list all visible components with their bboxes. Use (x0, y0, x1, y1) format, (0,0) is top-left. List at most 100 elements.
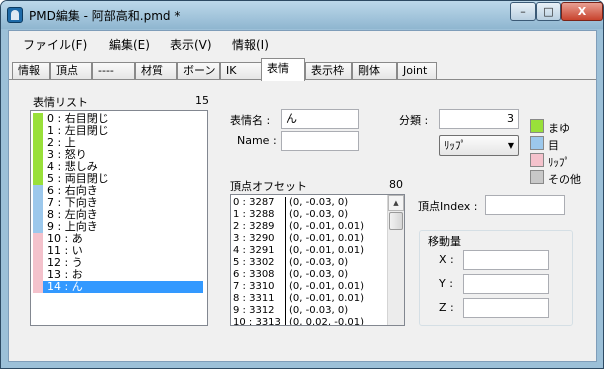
tab-rigid-body[interactable]: 剛体 (352, 62, 397, 80)
vertex-offset-row[interactable]: 9 : 3312 (0, -0.03, 0) (233, 305, 393, 317)
vertex-offset-value: (0, -0.01, 0.01) (289, 233, 365, 244)
morph-tab-panel: 表情リスト 15 0 : 右目閉じ 1 : 左目閉じ 2 : 上3 : 怒り 4 : … (9, 79, 596, 361)
movement-x-input[interactable] (463, 250, 549, 270)
main-window: PMD編集 - 阿部高和.pmd * – □ X ファイル(F) 編集(E) 表… (0, 0, 604, 369)
movement-z-input[interactable] (463, 298, 549, 318)
column-separator (285, 257, 286, 269)
close-button[interactable]: X (561, 2, 603, 21)
category-select[interactable]: ﾘｯﾌﾟ ▼ (439, 135, 519, 156)
vertex-offset-index: 0 : 3287 (233, 197, 275, 208)
movement-z-label: Z : (439, 301, 454, 314)
menu-edit[interactable]: 編集(E) (109, 36, 150, 53)
vertex-offset-row[interactable]: 4 : 3291 (0, -0.01, 0.01) (233, 245, 393, 257)
vertex-offset-value: (0, -0.01, 0.01) (289, 281, 365, 292)
vertex-offset-row[interactable]: 5 : 3302 (0, -0.03, 0) (233, 257, 393, 269)
menu-info[interactable]: 情報(I) (232, 36, 269, 53)
vertical-scrollbar[interactable]: ▲ (387, 195, 404, 325)
tab-vertex[interactable]: 頂点 (50, 62, 92, 80)
morph-color-swatch (33, 209, 43, 221)
tab-dashes[interactable]: ---- (92, 62, 135, 80)
morph-color-swatch (33, 149, 43, 161)
morph-color-swatch (33, 137, 43, 149)
tab-morph[interactable]: 表情 (261, 58, 305, 81)
movement-y-input[interactable] (463, 274, 549, 294)
client-area: ファイル(F) 編集(E) 表示(V) 情報(I) 情報 頂点 ---- 材質 … (8, 30, 597, 362)
legend-swatch-eye (530, 136, 544, 150)
vertex-offset-row[interactable]: 0 : 3287 (0, -0.03, 0) (233, 197, 393, 209)
vertex-offset-value: (0, -0.01, 0.01) (289, 221, 365, 232)
column-separator (285, 317, 286, 325)
menu-file[interactable]: ファイル(F) (23, 36, 87, 53)
morph-color-swatch (33, 125, 43, 137)
morph-list-label: 表情リスト (33, 96, 88, 109)
morph-color-swatch (33, 161, 43, 173)
morph-color-swatch (33, 113, 43, 125)
menu-view[interactable]: 表示(V) (170, 36, 212, 53)
column-separator (285, 245, 286, 257)
vertex-offset-index: 10 : 3313 (233, 317, 281, 326)
chevron-down-icon: ▼ (507, 141, 514, 150)
tab-ik[interactable]: IK (220, 62, 263, 80)
vertex-index-input[interactable] (485, 195, 565, 215)
category-input[interactable]: 3 (439, 109, 519, 129)
morph-name-input[interactable]: ん (281, 109, 359, 129)
vertex-offset-row[interactable]: 1 : 3288 (0, -0.03, 0) (233, 209, 393, 221)
vertex-offset-row[interactable]: 7 : 3310 (0, -0.01, 0.01) (233, 281, 393, 293)
morph-color-swatch (33, 221, 43, 233)
movement-label: 移動量 (428, 235, 461, 248)
legend-swatch-other (530, 170, 544, 184)
vertex-offset-value: (0, -0.03, 0) (289, 257, 349, 268)
vertex-offset-row[interactable]: 8 : 3311 (0, -0.01, 0.01) (233, 293, 393, 305)
vertex-offset-value: (0, -0.03, 0) (289, 197, 349, 208)
column-separator (285, 233, 286, 245)
movement-x-label: X : (439, 253, 454, 266)
morph-color-swatch (33, 269, 43, 281)
column-separator (285, 293, 286, 305)
tab-bone[interactable]: ボーン (177, 62, 220, 80)
column-separator (285, 221, 286, 233)
legend-label-lip: ﾘｯﾌﾟ (548, 156, 570, 169)
vertex-offset-list[interactable]: 10 : 3313 (0, 0.02, -0.01) 9 : 3312 (0, -0.… (230, 194, 405, 326)
tab-joint[interactable]: Joint (397, 62, 437, 80)
category-select-value: ﾘｯﾌﾟ (444, 139, 466, 152)
vertex-offset-index: 8 : 3311 (233, 293, 275, 304)
minimize-button[interactable]: – (510, 2, 536, 21)
maximize-button[interactable]: □ (536, 2, 561, 21)
morph-list[interactable]: 0 : 右目閉じ 1 : 左目閉じ 2 : 上3 : 怒り 4 : 悲しみ 5 : 両目… (30, 110, 208, 326)
tab-info[interactable]: 情報 (12, 62, 50, 80)
vertex-offset-index: 5 : 3302 (233, 257, 275, 268)
vertex-offset-index: 6 : 3308 (233, 269, 275, 280)
vertex-offset-index: 9 : 3312 (233, 305, 275, 316)
vertex-offset-row[interactable]: 2 : 3289 (0, -0.01, 0.01) (233, 221, 393, 233)
scroll-thumb[interactable] (389, 212, 403, 230)
menu-bar: ファイル(F) 編集(E) 表示(V) 情報(I) (9, 31, 596, 58)
column-separator (285, 209, 286, 221)
tab-material[interactable]: 材質 (135, 62, 177, 80)
vertex-offset-value: (0, -0.01, 0.01) (289, 245, 365, 256)
category-label: 分類 : (399, 114, 429, 127)
scroll-up-icon[interactable]: ▲ (388, 195, 404, 211)
window-title: PMD編集 - 阿部高和.pmd * (29, 9, 181, 23)
morph-list-count: 15 (195, 94, 209, 107)
vertex-offset-row[interactable]: 10 : 3313 (0, 0.02, -0.01) (233, 317, 393, 326)
vertex-offset-count: 80 (389, 178, 403, 191)
legend-swatch-eyebrow (530, 119, 544, 133)
morph-english-name-input[interactable] (281, 131, 359, 151)
morph-color-swatch (33, 257, 43, 269)
vertex-offset-value: (0, -0.03, 0) (289, 209, 349, 220)
vertex-offset-row[interactable]: 3 : 3290 (0, -0.01, 0.01) (233, 233, 393, 245)
vertex-offset-value: (0, -0.03, 0) (289, 305, 349, 316)
vertex-offset-index: 2 : 3289 (233, 221, 275, 232)
title-bar[interactable]: PMD編集 - 阿部高和.pmd * – □ X (1, 1, 603, 29)
legend-label-eyebrow: まゆ (548, 122, 570, 135)
column-separator (285, 197, 286, 209)
morph-name-label: 表情名 : (230, 114, 271, 127)
morph-color-swatch (33, 173, 43, 185)
morph-color-swatch (33, 245, 43, 257)
vertex-offset-index: 4 : 3291 (233, 245, 275, 256)
tab-display-frame[interactable]: 表示枠 (305, 62, 352, 80)
vertex-offset-index: 1 : 3288 (233, 209, 275, 220)
morph-list-item[interactable]: 14 : ん (33, 281, 203, 293)
vertex-offset-row[interactable]: 6 : 3308 (0, -0.03, 0) (233, 269, 393, 281)
column-separator (285, 281, 286, 293)
